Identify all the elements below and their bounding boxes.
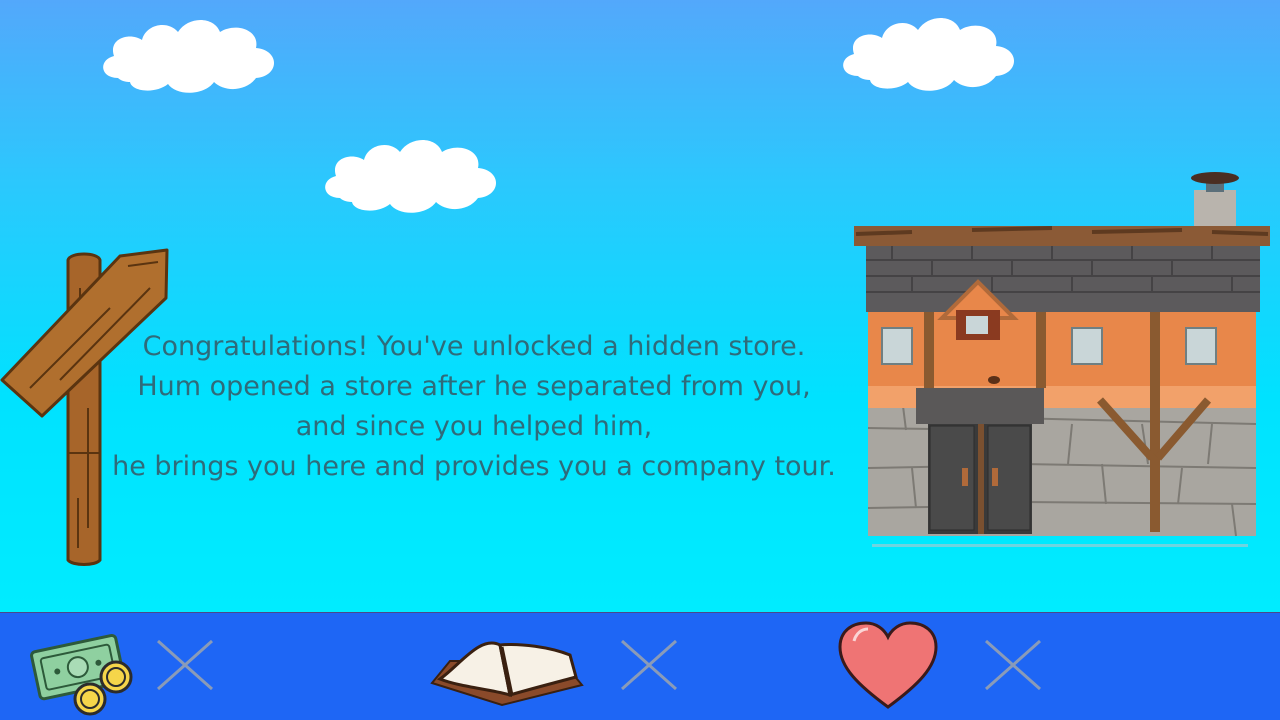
story-text: Congratulations! You've unlocked a hidde… [110,327,838,487]
story-line: Hum opened a store after he separated fr… [137,371,811,402]
cloud-icon [325,140,496,213]
cloud-icon [103,20,274,93]
story-line: he brings you here and provides you a co… [112,451,836,482]
game-scene: Congratulations! You've unlocked a hidde… [0,0,1280,612]
book-icon [430,641,584,707]
heart-icon [838,621,938,709]
knowledge-x-mark-icon [621,639,677,691]
story-line: and since you helped him, [295,411,653,442]
cloud-icon [843,18,1014,91]
stats-bar [0,612,1280,720]
hidden-store-building [854,172,1270,547]
health-x-mark-icon [985,639,1041,691]
story-line: Congratulations! You've unlocked a hidde… [142,331,806,362]
money-icon [30,633,133,716]
money-x-mark-icon [157,639,213,691]
